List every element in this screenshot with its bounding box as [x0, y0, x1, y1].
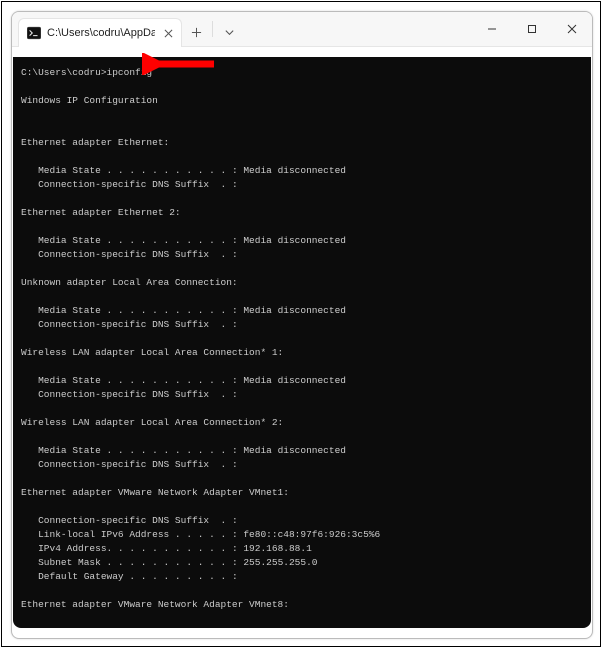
adapter-title: Ethernet adapter VMware Network Adapter … [21, 487, 289, 498]
media-state: Media disconnected [243, 165, 346, 176]
media-state: Media disconnected [243, 375, 346, 386]
titlebar-drag-area[interactable] [243, 12, 472, 46]
annotation-arrow-icon [142, 53, 216, 75]
tab-dropdown-button[interactable] [215, 18, 243, 46]
ipconfig-heading: Windows IP Configuration [21, 95, 158, 106]
tab-close-button[interactable] [161, 26, 175, 40]
titlebar: C:\Users\codru\AppData\Roa [12, 12, 592, 46]
terminal-window: C:\Users\codru\AppData\Roa [11, 11, 593, 639]
terminal-output[interactable]: C:\Users\codru>ipconfig Windows IP Confi… [13, 57, 591, 628]
adapter-title: Ethernet adapter Ethernet: [21, 137, 169, 148]
adapter-title: Ethernet adapter Ethernet 2: [21, 207, 181, 218]
tab-divider [212, 21, 213, 37]
link-local-ipv6: fe80::c48:97f6:926:3c5%6 [243, 529, 380, 540]
media-state: Media disconnected [243, 235, 346, 246]
adapter-title: Wireless LAN adapter Local Area Connecti… [21, 417, 283, 428]
command-prompt-icon [27, 26, 41, 40]
adapter-title: Unknown adapter Local Area Connection: [21, 277, 238, 288]
ipv4-address: 192.168.88.1 [243, 543, 311, 554]
tab-title: C:\Users\codru\AppData\Roa [47, 27, 155, 39]
minimize-button[interactable] [472, 14, 512, 44]
new-tab-button[interactable] [182, 18, 210, 46]
active-tab[interactable]: C:\Users\codru\AppData\Roa [18, 18, 182, 47]
adapter-title: Ethernet adapter VMware Network Adapter … [21, 599, 289, 610]
media-state: Media disconnected [243, 445, 346, 456]
media-state: Media disconnected [243, 305, 346, 316]
adapter-title: Wireless LAN adapter Local Area Connecti… [21, 347, 283, 358]
maximize-button[interactable] [512, 14, 552, 44]
close-button[interactable] [552, 14, 592, 44]
subnet-mask: 255.255.255.0 [243, 557, 317, 568]
prompt-path: C:\Users\codru> [21, 67, 107, 78]
